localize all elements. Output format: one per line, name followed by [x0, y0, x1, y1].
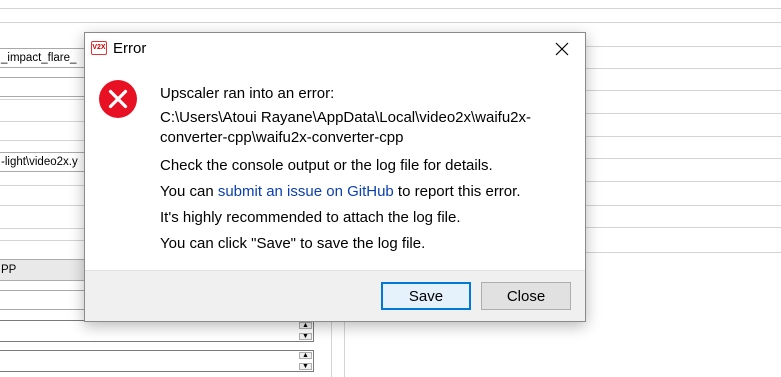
grid-line: [586, 90, 781, 91]
spin-arrows[interactable]: ▲ ▼: [299, 322, 312, 340]
grid-line: [0, 185, 84, 186]
impact-field[interactable]: _impact_flare_: [0, 48, 86, 68]
grid-line: [0, 8, 781, 9]
grid-line: [0, 99, 84, 100]
report-line: You can submit an issue on GitHub to rep…: [160, 179, 570, 205]
grid-line: [586, 205, 781, 206]
spinbox-2[interactable]: ▲ ▼: [0, 350, 314, 372]
report-suffix-text: to report this error.: [393, 183, 521, 200]
error-icon: [98, 79, 138, 119]
save-button[interactable]: Save: [381, 282, 471, 310]
video2x-path-field[interactable]: -light\video2x.y: [0, 152, 86, 172]
close-button[interactable]: Close: [481, 282, 571, 310]
grid-line: [586, 227, 781, 228]
text-field[interactable]: [0, 77, 86, 97]
grid-line: [586, 113, 781, 114]
error-path: C:\Users\Atoui Rayane\AppData\Local\vide…: [160, 109, 532, 146]
grid-line: [331, 322, 332, 377]
grid-line: [586, 181, 781, 182]
you-can-text: You can: [160, 183, 218, 200]
dialog-title: Error: [113, 40, 147, 57]
video2x-app-icon: V2X: [91, 41, 107, 55]
grid-line: [0, 140, 84, 141]
error-dialog: V2X Error Upscaler ran into an error: C:…: [84, 32, 586, 322]
error-heading: Upscaler ran into an error:: [160, 85, 335, 102]
check-console-text: Check the console output or the log file…: [160, 157, 493, 174]
text-field[interactable]: [0, 290, 86, 310]
save-hint-text: You can click "Save" to save the log fil…: [160, 235, 426, 252]
grid-line: [586, 252, 781, 253]
dialog-titlebar[interactable]: V2X Error: [85, 33, 585, 64]
grid-line: [0, 22, 781, 23]
grid-line: [586, 158, 781, 159]
error-message: Upscaler ran into an error: C:\Users\Ato…: [160, 81, 570, 257]
grid-line: [344, 322, 345, 377]
dialog-footer: Save Close: [85, 270, 585, 321]
dialog-content: Upscaler ran into an error: C:\Users\Ato…: [85, 64, 585, 271]
grid-line: [586, 46, 781, 47]
spin-arrows[interactable]: ▲ ▼: [299, 352, 312, 370]
recommend-text: It's highly recommended to attach the lo…: [160, 209, 461, 226]
grid-line: [0, 228, 84, 229]
grid-line: [586, 68, 781, 69]
spinbox-1[interactable]: ▲ ▼: [0, 320, 314, 342]
grid-line: [0, 240, 84, 241]
github-issue-link[interactable]: submit an issue on GitHub: [218, 183, 394, 200]
grid-line: [0, 121, 84, 122]
close-icon[interactable]: [539, 33, 585, 64]
grid-line: [0, 205, 84, 206]
grid-line: [586, 136, 781, 137]
driver-combo[interactable]: PP: [0, 259, 86, 281]
